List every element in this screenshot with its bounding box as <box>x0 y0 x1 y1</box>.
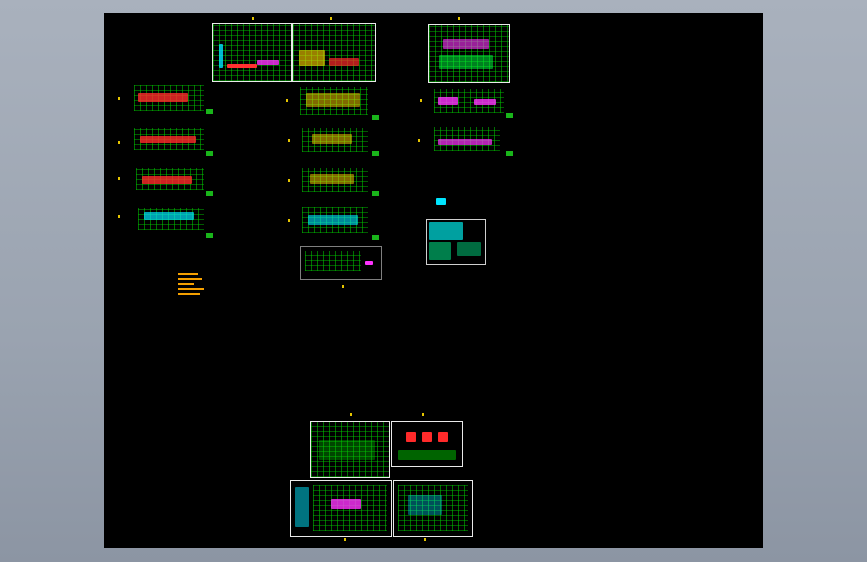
bottom-1[interactable] <box>310 421 390 478</box>
top-plan-2[interactable] <box>292 23 376 82</box>
right-col-1[interactable] <box>434 89 504 113</box>
left-col-2[interactable] <box>134 128 204 150</box>
mid-col-5[interactable] <box>300 246 382 280</box>
mid-col-4[interactable] <box>302 207 368 233</box>
bottom-4[interactable] <box>393 480 473 537</box>
left-col-4[interactable] <box>138 208 204 230</box>
bottom-2[interactable] <box>391 421 463 467</box>
mid-col-1[interactable] <box>300 87 368 115</box>
cad-drawing-canvas[interactable] <box>104 13 763 548</box>
left-col-1[interactable] <box>134 85 204 111</box>
small-detail-box <box>436 198 446 205</box>
bottom-3[interactable] <box>290 480 392 537</box>
left-col-3[interactable] <box>136 168 204 190</box>
top-plan-1[interactable] <box>212 23 292 82</box>
top-plan-3[interactable] <box>428 24 510 83</box>
right-col-2[interactable] <box>434 127 500 151</box>
mid-col-2[interactable] <box>302 128 368 152</box>
notes-block <box>178 273 206 297</box>
detail-sheet[interactable] <box>426 219 486 265</box>
mid-col-3[interactable] <box>302 168 368 192</box>
